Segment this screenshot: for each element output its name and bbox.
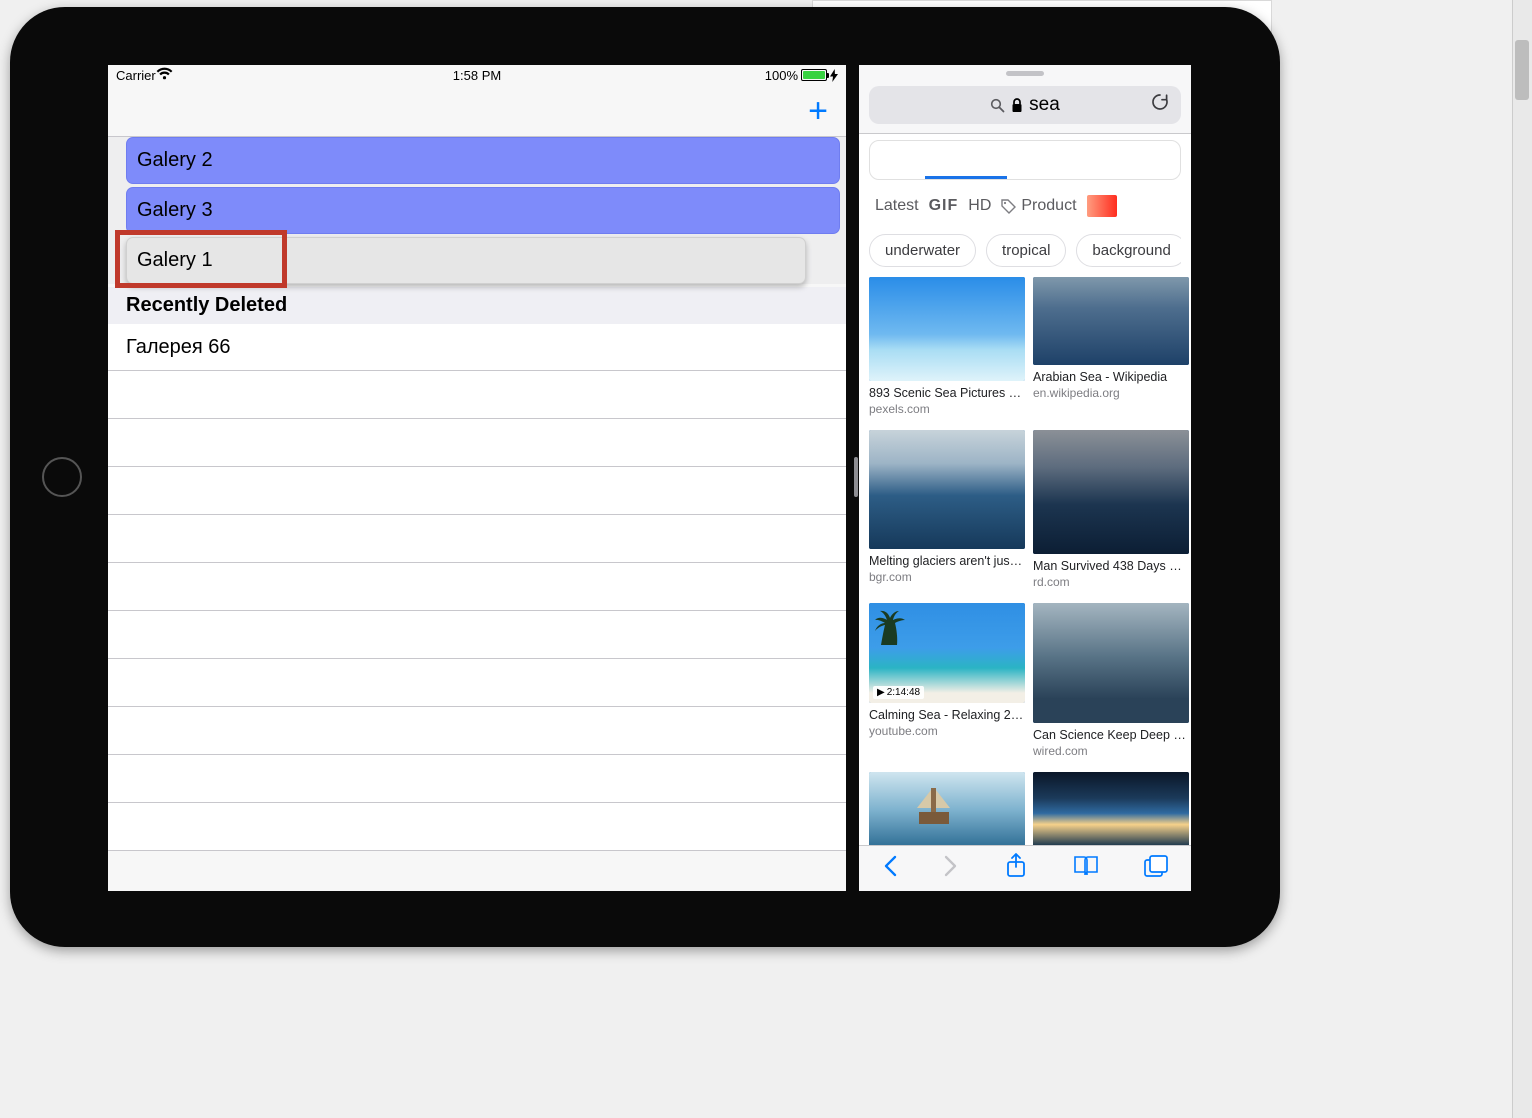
filter-chips: Latest GIF HD Product <box>869 188 1181 224</box>
result-source: youtube.com <box>869 724 1025 738</box>
safari-slideover: sea Latest GIF HD Product <box>859 65 1191 891</box>
chip-hd[interactable]: HD <box>968 197 991 215</box>
ipad-simulator-frame: Carrier 1:58 PM 100% + Galery 2 <box>10 7 1280 947</box>
result-source: bgr.com <box>869 570 1025 584</box>
empty-row <box>108 515 846 563</box>
result-thumbnail <box>1033 772 1189 845</box>
reload-button[interactable] <box>1150 92 1170 118</box>
search-results[interactable]: Latest GIF HD Product underwater tropica… <box>859 134 1191 845</box>
result-thumbnail <box>869 430 1025 549</box>
search-tabs-card[interactable] <box>869 140 1181 180</box>
empty-row <box>108 803 846 851</box>
empty-row <box>108 371 846 419</box>
result-caption: Melting glaciers aren't just … <box>869 554 1025 568</box>
result-caption: Calming Sea - Relaxing 2 H… <box>869 708 1025 722</box>
result-thumbnail <box>1033 430 1189 554</box>
slideover-grabber[interactable] <box>1006 71 1044 76</box>
result-source: wired.com <box>1033 744 1189 758</box>
wifi-icon <box>156 67 173 83</box>
image-result[interactable] <box>1033 772 1189 845</box>
gallery-row-label: Galery 1 <box>137 249 213 272</box>
add-button[interactable]: + <box>808 94 828 128</box>
gallery-row-dragging[interactable]: Galery 1 <box>126 237 806 284</box>
image-result[interactable]: Melting glaciers aren't just … bgr.com <box>869 430 1025 597</box>
chip-product[interactable]: Product <box>1001 197 1076 215</box>
image-result[interactable]: Can Science Keep Deep Se… wired.com <box>1033 603 1189 766</box>
result-thumbnail <box>1033 603 1189 723</box>
deleted-row-label: Галерея 66 <box>126 336 231 359</box>
ship-icon <box>909 782 959 832</box>
safari-toolbar: sea <box>859 65 1191 134</box>
gallery-row[interactable]: Galery 2 <box>126 137 840 184</box>
status-bar: Carrier 1:58 PM 100% <box>108 65 846 85</box>
image-result[interactable]: Man Survived 438 Days Stu… rd.com <box>1033 430 1189 597</box>
lock-icon <box>1011 98 1023 113</box>
gallery-app: Carrier 1:58 PM 100% + Galery 2 <box>108 65 846 891</box>
chip-gif[interactable]: GIF <box>929 197 959 215</box>
chip-latest[interactable]: Latest <box>875 197 919 215</box>
result-caption: Can Science Keep Deep Se… <box>1033 728 1189 742</box>
empty-row <box>108 755 846 803</box>
deleted-row[interactable]: Галерея 66 <box>108 324 846 371</box>
bookmarks-button[interactable] <box>1073 855 1099 882</box>
result-source: rd.com <box>1033 575 1189 589</box>
chip-color-swatch[interactable] <box>1087 195 1117 217</box>
charging-icon <box>830 69 838 82</box>
gallery-row-label: Galery 2 <box>137 149 213 172</box>
empty-row <box>108 563 846 611</box>
empty-row <box>108 611 846 659</box>
result-source: pexels.com <box>869 402 1025 416</box>
pill-background[interactable]: background <box>1076 234 1181 267</box>
status-time: 1:58 PM <box>453 68 501 83</box>
pill-tropical[interactable]: tropical <box>986 234 1066 267</box>
gallery-row[interactable]: Galery 3 <box>126 187 840 234</box>
forward-button <box>943 854 959 883</box>
address-bar[interactable]: sea <box>869 86 1181 124</box>
result-thumbnail <box>1033 277 1189 365</box>
background-scrollbar <box>1512 0 1532 1118</box>
image-result[interactable]: ▶ 2:14:48 Calming Sea - Relaxing 2 H… yo… <box>869 603 1025 766</box>
video-duration-badge: ▶ 2:14:48 <box>873 686 924 699</box>
safari-bottom-toolbar <box>859 845 1191 891</box>
pill-underwater[interactable]: underwater <box>869 234 976 267</box>
empty-rows <box>108 371 846 851</box>
result-source: en.wikipedia.org <box>1033 386 1189 400</box>
empty-row <box>108 659 846 707</box>
result-caption: Arabian Sea - Wikipedia <box>1033 370 1189 384</box>
home-button[interactable] <box>42 457 82 497</box>
battery-icon <box>801 69 827 81</box>
image-result[interactable]: 893 Scenic Sea Pictures · P… pexels.com <box>869 277 1025 424</box>
gallery-table: Galery 2 Galery 3 Galery 1 <box>108 137 846 284</box>
empty-row <box>108 419 846 467</box>
result-thumbnail <box>869 277 1025 381</box>
battery-percent: 100% <box>765 68 798 83</box>
tag-icon <box>1001 199 1016 214</box>
gallery-row-label: Galery 3 <box>137 199 213 222</box>
suggestion-pills: underwater tropical background <box>869 234 1181 267</box>
empty-row <box>108 707 846 755</box>
empty-row <box>108 467 846 515</box>
image-results-grid: 893 Scenic Sea Pictures · P… pexels.com … <box>869 277 1181 845</box>
carrier-label: Carrier <box>116 68 156 83</box>
ipad-screen: Carrier 1:58 PM 100% + Galery 2 <box>108 65 1191 891</box>
image-result[interactable] <box>869 772 1025 845</box>
result-thumbnail <box>869 772 1025 845</box>
split-grabber-icon <box>854 457 858 497</box>
share-button[interactable] <box>1005 853 1027 884</box>
palm-icon <box>873 607 913 647</box>
url-text: sea <box>1029 94 1060 116</box>
section-header-recently-deleted: Recently Deleted <box>108 287 846 324</box>
result-thumbnail: ▶ 2:14:48 <box>869 603 1025 703</box>
active-tab-indicator <box>925 176 1007 179</box>
tabs-button[interactable] <box>1144 855 1168 882</box>
image-result[interactable]: Arabian Sea - Wikipedia en.wikipedia.org <box>1033 277 1189 424</box>
search-icon <box>990 98 1005 113</box>
back-button[interactable] <box>882 854 898 883</box>
result-caption: 893 Scenic Sea Pictures · P… <box>869 386 1025 400</box>
result-caption: Man Survived 438 Days Stu… <box>1033 559 1189 573</box>
navigation-bar: + <box>108 85 846 137</box>
